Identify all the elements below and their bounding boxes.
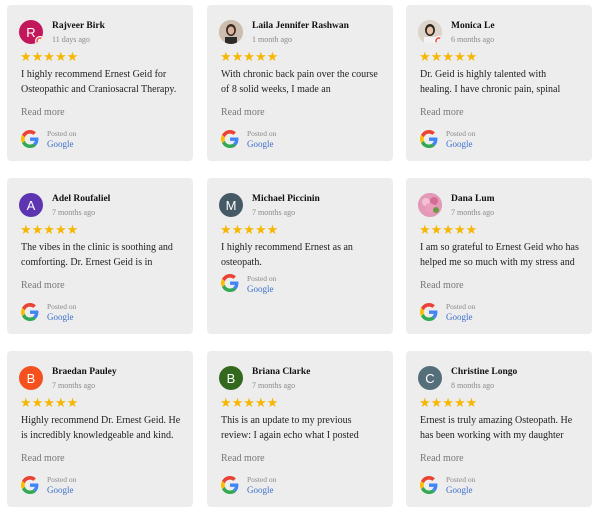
review-time: 7 months ago: [52, 381, 96, 390]
avatar[interactable]: B: [19, 366, 43, 390]
star-rating: ★★★★★: [220, 222, 279, 237]
reviewer-name[interactable]: Briana Clarke: [252, 367, 310, 377]
review-text: The vibes in the clinic is soothing and …: [21, 242, 173, 268]
review-time: 8 months ago: [451, 381, 495, 390]
avatar[interactable]: B: [219, 366, 243, 390]
read-more-link[interactable]: Read more: [420, 280, 464, 291]
posted-on-label: Posted on: [446, 475, 476, 484]
star-rating: ★★★★★: [419, 395, 478, 410]
review-text: With chronic back pain over the course o…: [221, 69, 378, 95]
review-time: 7 months ago: [252, 208, 296, 217]
source-link[interactable]: Google: [247, 139, 274, 149]
source-link[interactable]: Google: [247, 284, 274, 294]
source-link[interactable]: Google: [47, 485, 74, 495]
avatar-letter: B: [226, 370, 236, 386]
avatar[interactable]: [418, 193, 442, 217]
avatar[interactable]: C: [418, 366, 442, 390]
review-text: I am so grateful to Ernest Geid who has …: [420, 242, 579, 268]
posted-on-label: Posted on: [247, 274, 277, 283]
star-rating: ★★★★★: [419, 49, 478, 64]
avatar-letter: R: [26, 24, 36, 40]
read-more-link[interactable]: Read more: [21, 453, 65, 464]
source-link[interactable]: Google: [47, 139, 74, 149]
review-text: Dr. Geid is highly talented with healing…: [420, 69, 561, 95]
review-card: Laila Jennifer Rashwan 1 month ago ★★★★★…: [207, 5, 393, 161]
source-link[interactable]: Google: [247, 485, 274, 495]
star-rating: ★★★★★: [20, 222, 79, 237]
posted-on-label: Posted on: [247, 475, 277, 484]
read-more-link[interactable]: Read more: [221, 107, 265, 118]
avatar-letter: M: [225, 197, 237, 213]
google-logo-icon: [221, 274, 239, 292]
avatar[interactable]: M: [219, 193, 243, 217]
review-time: 1 month ago: [252, 35, 292, 44]
read-more-link[interactable]: Read more: [221, 453, 265, 464]
source-link[interactable]: Google: [446, 312, 473, 322]
read-more-link[interactable]: Read more: [21, 280, 65, 291]
reviewer-name[interactable]: Monica Le: [451, 21, 495, 31]
source-link[interactable]: Google: [47, 312, 74, 322]
google-badge-icon: [434, 36, 442, 44]
review-time: 7 months ago: [451, 208, 495, 217]
reviewer-name[interactable]: Dana Lum: [451, 194, 495, 204]
google-logo-icon: [420, 476, 438, 494]
posted-on-label: Posted on: [47, 129, 77, 138]
avatar[interactable]: A: [19, 193, 43, 217]
read-more-link[interactable]: Read more: [21, 107, 65, 118]
reviewer-name[interactable]: Rajveer Birk: [52, 21, 105, 31]
google-logo-icon: [21, 130, 39, 148]
google-logo-icon: [21, 303, 39, 321]
review-card: Monica Le 6 months ago ★★★★★ Dr. Geid is…: [406, 5, 592, 161]
review-card: Dana Lum 7 months ago ★★★★★ I am so grat…: [406, 178, 592, 334]
review-text: I highly recommend Ernest Geid for Osteo…: [21, 69, 177, 95]
review-text: This is an update to my previous review:…: [221, 415, 359, 441]
google-logo-icon: [221, 476, 239, 494]
posted-on-label: Posted on: [47, 302, 77, 311]
avatar-letter: B: [26, 370, 36, 386]
google-badge-icon: [35, 36, 43, 44]
source-link[interactable]: Google: [446, 139, 473, 149]
review-time: 6 months ago: [451, 35, 495, 44]
star-rating: ★★★★★: [20, 395, 79, 410]
avatar-letter: A: [26, 197, 36, 213]
review-card: M Michael Piccinin 7 months ago ★★★★★ I …: [207, 178, 393, 334]
avatar[interactable]: R: [19, 20, 43, 44]
posted-on-label: Posted on: [247, 129, 277, 138]
avatar[interactable]: [219, 20, 243, 44]
star-rating: ★★★★★: [20, 49, 79, 64]
review-card: B Braedan Pauley 7 months ago ★★★★★ High…: [7, 351, 193, 507]
review-card: C Christine Longo 8 months ago ★★★★★ Ern…: [406, 351, 592, 507]
google-logo-icon: [21, 476, 39, 494]
review-card: R Rajveer Birk 11 days ago ★★★★★ I highl…: [7, 5, 193, 161]
review-time: 7 months ago: [52, 208, 96, 217]
review-card: B Briana Clarke 7 months ago ★★★★★ This …: [207, 351, 393, 507]
posted-on-label: Posted on: [446, 129, 476, 138]
reviewer-name[interactable]: Christine Longo: [451, 367, 517, 377]
google-logo-icon: [420, 130, 438, 148]
star-rating: ★★★★★: [220, 49, 279, 64]
posted-on-label: Posted on: [47, 475, 77, 484]
review-text: Highly recommend Dr. Ernest Geid. He is …: [21, 415, 181, 441]
star-rating: ★★★★★: [220, 395, 279, 410]
avatar[interactable]: [418, 20, 442, 44]
review-time: 11 days ago: [52, 35, 90, 44]
posted-on-label: Posted on: [446, 302, 476, 311]
reviewer-name[interactable]: Laila Jennifer Rashwan: [252, 21, 349, 31]
reviewer-name[interactable]: Michael Piccinin: [252, 194, 320, 204]
read-more-link[interactable]: Read more: [420, 107, 464, 118]
source-link[interactable]: Google: [446, 485, 473, 495]
review-time: 7 months ago: [252, 381, 296, 390]
google-logo-icon: [420, 303, 438, 321]
review-card: A Adel Roufaliel 7 months ago ★★★★★ The …: [7, 178, 193, 334]
reviewer-name[interactable]: Braedan Pauley: [52, 367, 117, 377]
star-rating: ★★★★★: [419, 222, 478, 237]
google-logo-icon: [221, 130, 239, 148]
read-more-link[interactable]: Read more: [420, 453, 464, 464]
reviewer-name[interactable]: Adel Roufaliel: [52, 194, 110, 204]
review-text: I highly recommend Ernest as an osteopat…: [221, 242, 353, 268]
review-text: Ernest is truly amazing Osteopath. He ha…: [420, 415, 573, 441]
avatar-letter: C: [425, 370, 435, 386]
